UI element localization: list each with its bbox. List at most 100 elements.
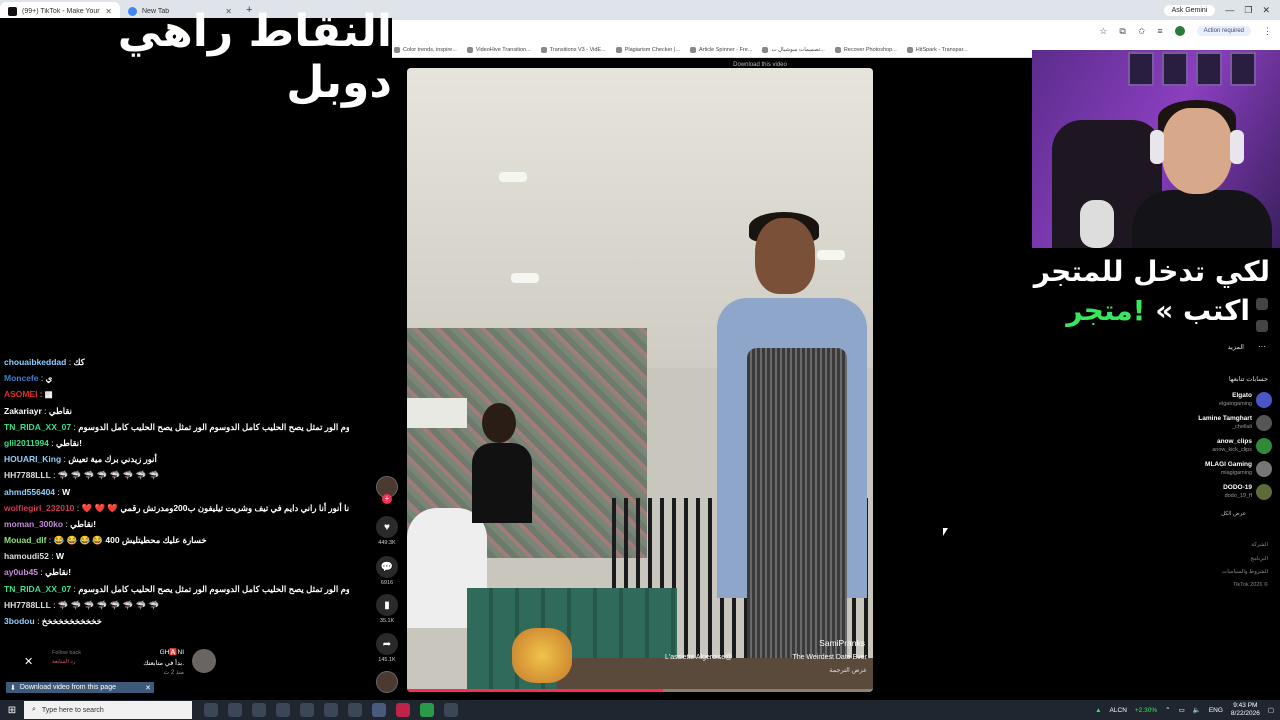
more-dots-icon[interactable]: ⋯: [1258, 342, 1266, 351]
video-author[interactable]: SamiPranks: [819, 638, 865, 648]
following-account[interactable]: DODO-19 dodo_19_ff: [1152, 482, 1272, 504]
chat-username[interactable]: ahmd556404: [4, 487, 55, 497]
task-view-icon[interactable]: [204, 703, 218, 717]
follow-plus-icon[interactable]: +: [382, 494, 392, 504]
chat-separator: :: [50, 470, 58, 481]
bookmark-item[interactable]: Recover Photoshop...: [834, 46, 897, 53]
extensions-icon[interactable]: ⧉: [1119, 26, 1125, 37]
chat-username[interactable]: HH7788LLL: [4, 600, 51, 610]
download-video-bar[interactable]: ⬇ Download video from this page ✕: [6, 682, 154, 693]
chat-username[interactable]: Zakariayr: [4, 406, 42, 416]
waiter-figure: [717, 212, 867, 692]
stock-ticker-icon: ▲: [1095, 706, 1102, 714]
save-button[interactable]: ▮ 35.1K: [372, 594, 402, 624]
bookmark-item[interactable]: تصميمات سوشيال ب...: [762, 46, 825, 53]
network-icon[interactable]: ▭: [1179, 706, 1185, 714]
windows-start-icon[interactable]: ⊞: [0, 705, 24, 716]
copilot-icon[interactable]: [252, 703, 266, 717]
more-menu-icon[interactable]: ⋮: [1263, 26, 1272, 37]
close-icon[interactable]: ✕: [145, 684, 154, 692]
see-all-link[interactable]: عرض الكل: [1221, 511, 1246, 517]
menu-list-icon[interactable]: ≡: [1157, 26, 1162, 36]
bookmark-item[interactable]: HitSpark - Transpar...: [906, 46, 968, 53]
chat-username[interactable]: moman_300ko: [4, 519, 63, 529]
chat-username[interactable]: 3bodou: [4, 616, 35, 626]
bookmark-favicon-icon: [689, 46, 696, 53]
star-bookmark-icon[interactable]: ☆: [1099, 26, 1107, 37]
calendar-app-icon[interactable]: [228, 703, 242, 717]
following-account[interactable]: anow_clips anow_kick_clips: [1152, 436, 1272, 458]
obs-icon[interactable]: [348, 703, 362, 717]
following-account[interactable]: MLAGI Gaming mlagigaming: [1152, 459, 1272, 481]
action-required-button[interactable]: Action required: [1196, 26, 1251, 36]
taskbar-search[interactable]: ⌕ Type here to search: [24, 701, 192, 719]
chat-username[interactable]: wolfiegirl_232010: [4, 503, 74, 513]
edge-browser-icon[interactable]: [276, 703, 290, 717]
chat-username[interactable]: hamoudi52: [4, 551, 49, 561]
headphone-left: [1150, 130, 1164, 164]
sound-label-right[interactable]: The Weirdest Date Ever: [792, 654, 867, 661]
clock[interactable]: 9:43 PM 8/22/2026: [1231, 702, 1260, 718]
upload-icon[interactable]: [1256, 298, 1268, 310]
favorites-icon[interactable]: ✩: [1138, 26, 1146, 37]
comment-button[interactable]: 💬 6916: [372, 556, 402, 586]
promo-arrow: »: [1155, 294, 1174, 327]
ask-gemini-button[interactable]: Ask Gemini: [1163, 4, 1216, 16]
sound-disc-button[interactable]: [372, 671, 402, 693]
tiktok-video-player[interactable]: SamiPranks L'assiette Algeroise@ The Wei…: [407, 68, 873, 692]
close-window-icon[interactable]: ✕: [1262, 5, 1270, 16]
chat-username[interactable]: ay0ub45: [4, 567, 38, 577]
whatsapp-icon[interactable]: [420, 703, 434, 717]
chat-text: 🦈 🦈 🦈 🦈 🦈 🦈 🦈 🦈: [57, 599, 160, 610]
footer-link[interactable]: الشركة: [1251, 542, 1268, 548]
bookmark-item[interactable]: Article Spinner - Fre...: [689, 46, 752, 53]
tray-chevron-icon[interactable]: ⌃: [1165, 706, 1170, 714]
chrome-icon[interactable]: [372, 703, 386, 717]
chat-text: نقاطي!: [45, 567, 72, 578]
creator-avatar-button[interactable]: +: [372, 476, 402, 504]
follow-back-button[interactable]: رد المتابعة: [52, 659, 76, 665]
chat-username[interactable]: TN_RIDA_XX_07: [4, 584, 71, 594]
chat-username[interactable]: glil2011994: [4, 438, 49, 448]
tiktok-app-icon[interactable]: [396, 703, 410, 717]
notifications-icon[interactable]: ▢: [1268, 706, 1274, 714]
bookmark-item[interactable]: Plagiarism Checker |...: [615, 46, 680, 53]
share-button[interactable]: ➦ 145.1K: [372, 633, 402, 663]
chat-message: ay0ub45 : نقاطي!: [4, 564, 349, 580]
file-explorer-icon[interactable]: [300, 703, 314, 717]
store-icon[interactable]: [324, 703, 338, 717]
chat-username[interactable]: TN_RIDA_XX_07: [4, 422, 71, 432]
minimize-icon[interactable]: —: [1225, 5, 1234, 15]
like-button[interactable]: ♥ 449.3K: [372, 516, 402, 546]
more-link[interactable]: المزيد: [1228, 343, 1244, 351]
footer-link[interactable]: البرنامج: [1250, 556, 1268, 562]
volume-icon[interactable]: 🔈: [1193, 706, 1201, 714]
share-arrow-icon: ➦: [376, 633, 398, 655]
chat-username[interactable]: HH7788LLL: [4, 470, 51, 480]
chat-username[interactable]: Mouad_dlf: [4, 535, 47, 545]
following-account[interactable]: Elgato elgatogaming: [1152, 390, 1272, 412]
sound-label-left[interactable]: L'assiette Algeroise@: [665, 654, 732, 661]
snipping-tool-icon[interactable]: [444, 703, 458, 717]
footer-link[interactable]: الشروط والسياسات: [1222, 569, 1268, 575]
follow-notification: ✕ Follow back رد المتابعة GH🅰️NI بدأ في …: [18, 645, 218, 679]
bookmark-item[interactable]: Color trends, inspire...: [394, 46, 457, 53]
maximize-icon[interactable]: ❐: [1244, 5, 1252, 16]
stock-ticker[interactable]: ALCN: [1110, 707, 1127, 714]
chat-text: ي: [45, 373, 53, 384]
chat-username[interactable]: chouaibkeddad: [4, 357, 66, 367]
show-translation-link[interactable]: عرض الترجمة: [829, 666, 867, 674]
language-indicator[interactable]: ENG: [1209, 707, 1223, 714]
bookmark-item[interactable]: Transitions V3 - VidE...: [540, 46, 606, 53]
chat-username[interactable]: Moncefe: [4, 373, 38, 383]
chat-text: نقاطي!: [70, 518, 97, 529]
close-icon[interactable]: ✕: [24, 655, 33, 668]
streamer-webcam: [1032, 50, 1280, 248]
video-progress-bar[interactable]: [407, 689, 873, 692]
profile-avatar-icon[interactable]: [1174, 26, 1185, 36]
bookmark-item[interactable]: VideoHive Transition...: [466, 46, 531, 53]
following-account[interactable]: Lamine Tamghart _chellali: [1152, 413, 1272, 435]
chat-username[interactable]: ASOMEI: [4, 389, 38, 399]
chat-username[interactable]: HOUARI_King: [4, 454, 61, 464]
profile-icon[interactable]: [1256, 320, 1268, 332]
